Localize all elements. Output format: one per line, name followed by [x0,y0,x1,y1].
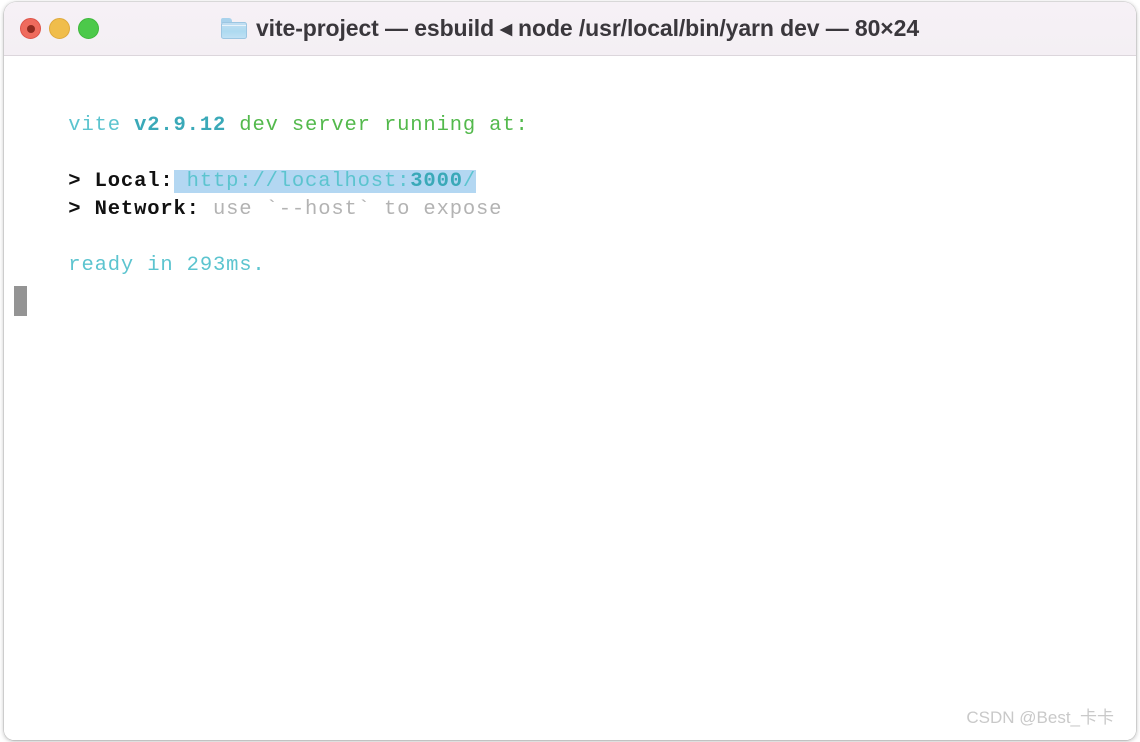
window-titlebar[interactable]: vite-project — esbuild ◂ node /usr/local… [4,2,1136,56]
terminal-blank-1 [42,140,1136,168]
local-url-port: 3000 [410,170,463,193]
local-prefix: > Local: [42,170,174,193]
local-url-selection[interactable]: http://localhost:3000/ [173,170,477,193]
network-prefix: > Network: [42,198,200,221]
watermark: CSDN @Best_卡卡 [966,708,1114,727]
terminal-content-area[interactable]: . vite v2.9.12 dev server running at: > … [4,56,1136,740]
block-cursor [14,286,27,316]
terminal-line-ready: ready in 293ms. [42,252,1136,280]
close-icon [26,24,35,33]
terminal-line-local: > Local: http://localhost:3000/ [42,168,1136,196]
vite-tagline: dev server running at: [226,114,529,137]
vite-label: vite [42,114,121,137]
zoom-button[interactable] [78,18,99,39]
terminal-spacer-top [42,56,1136,84]
vite-version: v2.9.12 [120,114,227,137]
terminal-blank-2 [42,224,1136,252]
traffic-light-group [20,18,99,39]
terminal-line-vite-version: vite v2.9.12 dev server running at: [42,112,1136,140]
window-title-area: vite-project — esbuild ◂ node /usr/local… [4,2,1136,55]
window-title: vite-project — esbuild ◂ node /usr/local… [255,15,920,41]
ready-text: ready in 293ms. [42,254,266,277]
terminal-line-network: > Network: use `--host` to expose [42,196,1136,224]
terminal-clipped-line: . [42,56,330,59]
network-value: use `--host` to expose [199,198,503,221]
folder-icon [220,18,247,39]
close-button[interactable] [20,18,41,39]
terminal-window: vite-project — esbuild ◂ node /usr/local… [4,2,1136,740]
minimize-button[interactable] [49,18,70,39]
terminal-text-buffer: . vite v2.9.12 dev server running at: > … [4,56,1136,280]
terminal-spacer-top-2 [42,84,1136,112]
local-url-head: http://localhost: [173,170,411,193]
local-url-tail: / [462,170,477,193]
